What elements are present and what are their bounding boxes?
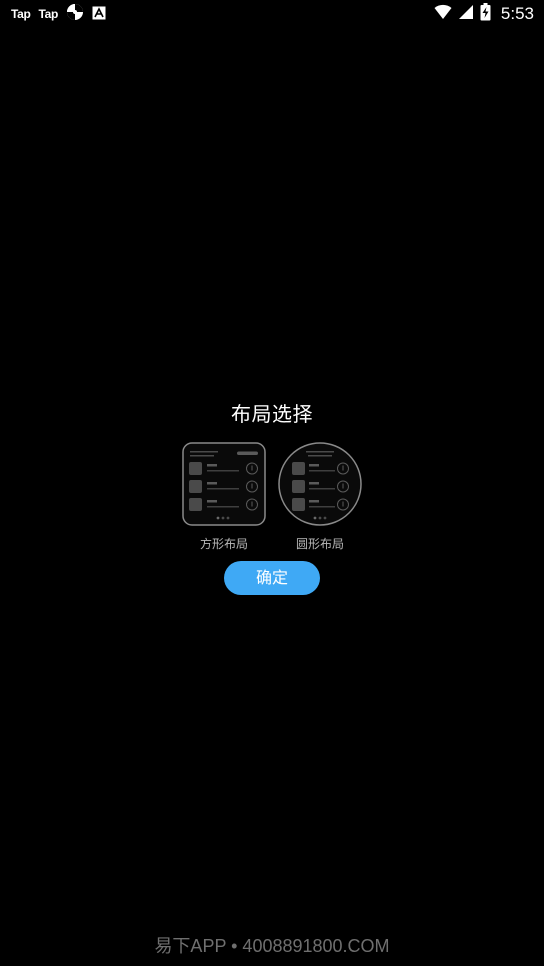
confirm-button[interactable]: 确定 <box>224 561 320 595</box>
taptap-notification-1: Tap <box>11 7 31 21</box>
layout-option-square-label: 方形布局 <box>199 537 248 551</box>
watermark-text: 易下APP • 4008891800.COM <box>154 936 390 956</box>
font-app-icon <box>92 5 106 24</box>
signal-icon <box>458 4 474 24</box>
layout-option-circle-label: 圆形布局 <box>295 537 344 551</box>
status-bar-right: 5:53 <box>434 3 534 25</box>
clock: 5:53 <box>500 4 534 23</box>
square-layout-preview <box>182 442 266 526</box>
taptap-notification-2: Tap <box>38 7 59 21</box>
status-bar: Tap Tap 5:53 <box>0 0 544 28</box>
wifi-icon <box>434 4 452 24</box>
circle-layout-preview <box>278 442 362 526</box>
battery-charging-icon <box>480 3 491 25</box>
layout-option-circle[interactable]: 圆形布局 <box>278 442 362 551</box>
pinwheel-icon <box>66 3 84 25</box>
dialog-title: 布局选择 <box>231 402 313 426</box>
layout-option-square[interactable]: 方形布局 <box>182 442 266 551</box>
status-bar-left: Tap Tap <box>11 4 106 24</box>
